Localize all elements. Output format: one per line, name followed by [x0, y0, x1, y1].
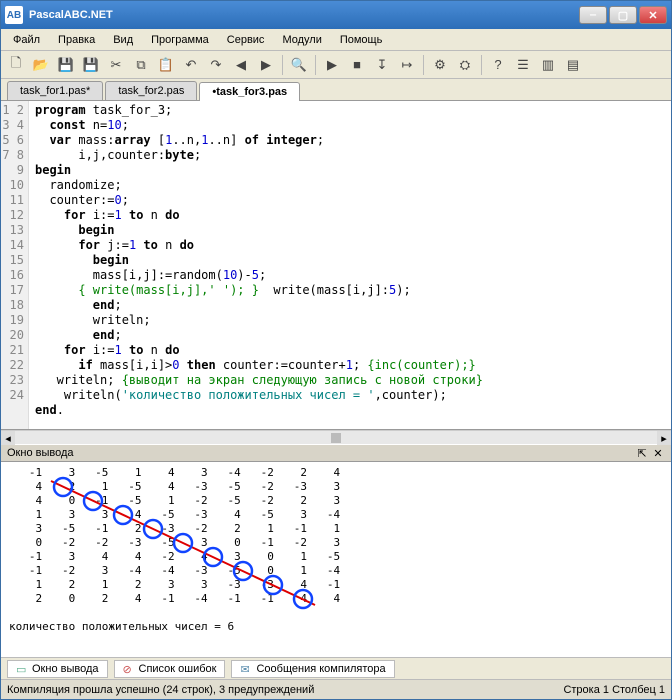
status-compile-msg: Компиляция прошла успешно (24 строк), 3 … [7, 684, 314, 696]
tab-task_for1.pas*[interactable]: task_for1.pas* [7, 81, 103, 100]
paste-icon[interactable]: 📋 [155, 54, 177, 76]
step-over-icon[interactable]: ↦ [396, 54, 418, 76]
statusbar: Компиляция прошла успешно (24 строк), 3 … [1, 679, 671, 699]
tab-task_for2.pas[interactable]: task_for2.pas [105, 81, 197, 100]
menu-Файл[interactable]: Файл [5, 32, 48, 48]
output-panel[interactable]: -1 3 -5 1 4 3 -4 -2 2 4 4 2 1 -5 4 -3 -5… [1, 462, 671, 657]
line-gutter: 1 2 3 4 5 6 7 8 9 10 11 12 13 14 15 16 1… [1, 101, 29, 429]
menu-Программа[interactable]: Программа [143, 32, 217, 48]
output-panel-title: Окно вывода [7, 447, 74, 459]
nav-fwd-icon[interactable]: ▶ [255, 54, 277, 76]
app-window: AB PascalABC.NET ‒ ▢ ✕ ФайлПравкаВидПрог… [0, 0, 672, 700]
open-icon[interactable]: 📂 [30, 54, 52, 76]
toolbar: 🗋📂💾💾✂⧉📋↶↷◀▶🔍▶■↧↦⚙⛭?☰▥▤ [1, 51, 671, 79]
save-icon[interactable]: 💾 [55, 54, 77, 76]
code-editor[interactable]: 1 2 3 4 5 6 7 8 9 10 11 12 13 14 15 16 1… [1, 101, 671, 430]
maximize-button[interactable]: ▢ [609, 6, 637, 24]
run-icon[interactable]: ▶ [321, 54, 343, 76]
code-area[interactable]: program task_for_3; const n=10; var mass… [29, 101, 671, 429]
output-panel-header: Окно вывода ⇱ ✕ [1, 444, 671, 462]
tab-•task_for3.pas[interactable]: •task_for3.pas [199, 82, 300, 101]
menubar: ФайлПравкаВидПрограммаСервисМодулиПомощь [1, 29, 671, 51]
status-cursor-pos: Строка 1 Столбец 1 [563, 684, 665, 696]
redo-icon[interactable]: ↷ [205, 54, 227, 76]
new-icon[interactable]: 🗋 [5, 54, 27, 76]
win1-icon[interactable]: ▥ [537, 54, 559, 76]
minimize-button[interactable]: ‒ [579, 6, 607, 24]
output-close-icon[interactable]: ✕ [651, 446, 665, 460]
editor-tabs: task_for1.pas*task_for2.pas•task_for3.pa… [1, 79, 671, 101]
bottom-tab-Список ошибок[interactable]: ⊘Список ошибок [114, 660, 226, 678]
help-icon[interactable]: ? [487, 54, 509, 76]
saveall-icon[interactable]: 💾 [80, 54, 102, 76]
undo-icon[interactable]: ↶ [180, 54, 202, 76]
nav-back-icon[interactable]: ◀ [230, 54, 252, 76]
bottom-tab-Сообщения компилятора[interactable]: ✉Сообщения компилятора [231, 660, 394, 678]
menu-Вид[interactable]: Вид [105, 32, 141, 48]
menu-Сервис[interactable]: Сервис [219, 32, 273, 48]
build-icon[interactable]: ⛭ [454, 54, 476, 76]
app-logo-icon: AB [5, 6, 23, 24]
bottom-tabstrip: ▭Окно вывода ⊘Список ошибок ✉Сообщения ком… [1, 657, 671, 679]
opts-icon[interactable]: ☰ [512, 54, 534, 76]
stop-icon[interactable]: ■ [346, 54, 368, 76]
win2-icon[interactable]: ▤ [562, 54, 584, 76]
menu-Правка[interactable]: Правка [50, 32, 103, 48]
horizontal-scrollbar[interactable]: ◂▸ [1, 430, 671, 444]
close-button[interactable]: ✕ [639, 6, 667, 24]
output-pin-icon[interactable]: ⇱ [635, 446, 649, 460]
copy-icon[interactable]: ⧉ [130, 54, 152, 76]
menu-Помощь[interactable]: Помощь [332, 32, 391, 48]
app-title: PascalABC.NET [29, 9, 579, 21]
compile-icon[interactable]: ⚙ [429, 54, 451, 76]
menu-Модули[interactable]: Модули [274, 32, 329, 48]
bottom-tab-Окно вывода[interactable]: ▭Окно вывода [7, 660, 108, 678]
find-icon[interactable]: 🔍 [288, 54, 310, 76]
step-into-icon[interactable]: ↧ [371, 54, 393, 76]
titlebar: AB PascalABC.NET ‒ ▢ ✕ [1, 1, 671, 29]
cut-icon[interactable]: ✂ [105, 54, 127, 76]
